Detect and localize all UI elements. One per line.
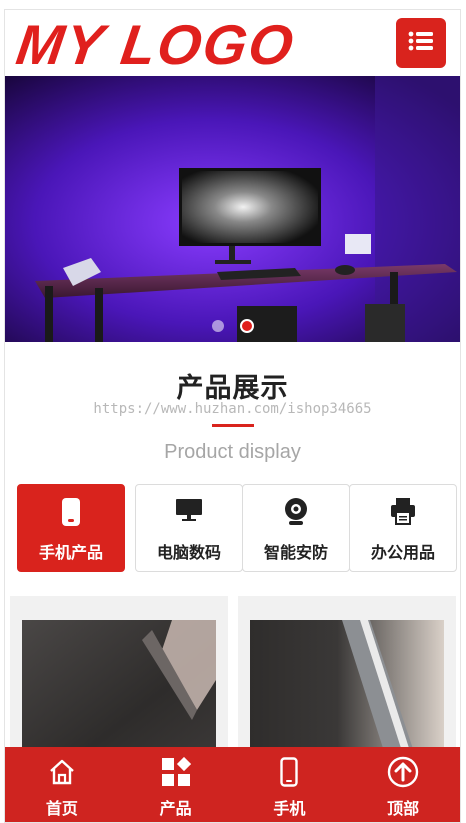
logo[interactable]: MY LOGO [13, 13, 299, 76]
watermark-text: https://www.huzhan.com/ishop34665 [93, 401, 372, 417]
section-subtitle: Product display [164, 441, 301, 463]
slider-dot-1[interactable] [211, 319, 224, 332]
webcam-icon [243, 497, 349, 527]
product-card[interactable] [238, 596, 456, 770]
bottom-nav-phone[interactable]: 手机 [233, 747, 347, 822]
bottom-nav-label: 顶部 [387, 799, 420, 818]
page-frame: MY LOGO 产品展示 https://www.huzhan.com/isho… [4, 9, 461, 823]
section-title: 产品展示 [176, 373, 289, 404]
banner-slider[interactable] [5, 76, 460, 342]
product-grid [10, 596, 456, 770]
category-label: 电脑数码 [156, 543, 221, 562]
home-icon [5, 755, 119, 789]
printer-icon [350, 497, 456, 527]
slider-dot-2[interactable] [239, 318, 254, 333]
bottom-nav-products[interactable]: 产品 [119, 747, 233, 822]
menu-button[interactable] [396, 18, 446, 68]
category-label: 智能安防 [263, 543, 328, 562]
bottom-nav-label: 产品 [159, 799, 192, 818]
product-card[interactable] [10, 596, 228, 770]
category-tab-security[interactable]: 智能安防 [242, 484, 350, 572]
category-tab-computer[interactable]: 电脑数码 [135, 484, 243, 572]
phone-icon [18, 497, 124, 527]
arrow-up-circle-icon [346, 755, 460, 789]
monitor-icon [136, 497, 242, 527]
category-label: 手机产品 [38, 543, 103, 562]
category-tab-office[interactable]: 办公用品 [349, 484, 457, 572]
title-underline [212, 424, 254, 427]
slider-dots [5, 315, 460, 334]
grid-icon [119, 755, 233, 789]
bottom-nav-home[interactable]: 首页 [5, 747, 119, 822]
bottom-nav: 首页 产品 手机 顶部 [5, 747, 460, 822]
bottom-nav-label: 手机 [273, 799, 306, 818]
bottom-nav-top[interactable]: 顶部 [346, 747, 460, 822]
category-tabs: 手机产品 电脑数码 智能安防 办公用品 [17, 484, 457, 574]
bottom-nav-label: 首页 [45, 799, 78, 818]
category-tab-phone[interactable]: 手机产品 [17, 484, 125, 572]
header: MY LOGO [5, 10, 460, 76]
category-label: 办公用品 [370, 543, 435, 562]
menu-icon [408, 31, 434, 55]
phone-icon [233, 755, 347, 789]
banner-image [5, 76, 460, 342]
